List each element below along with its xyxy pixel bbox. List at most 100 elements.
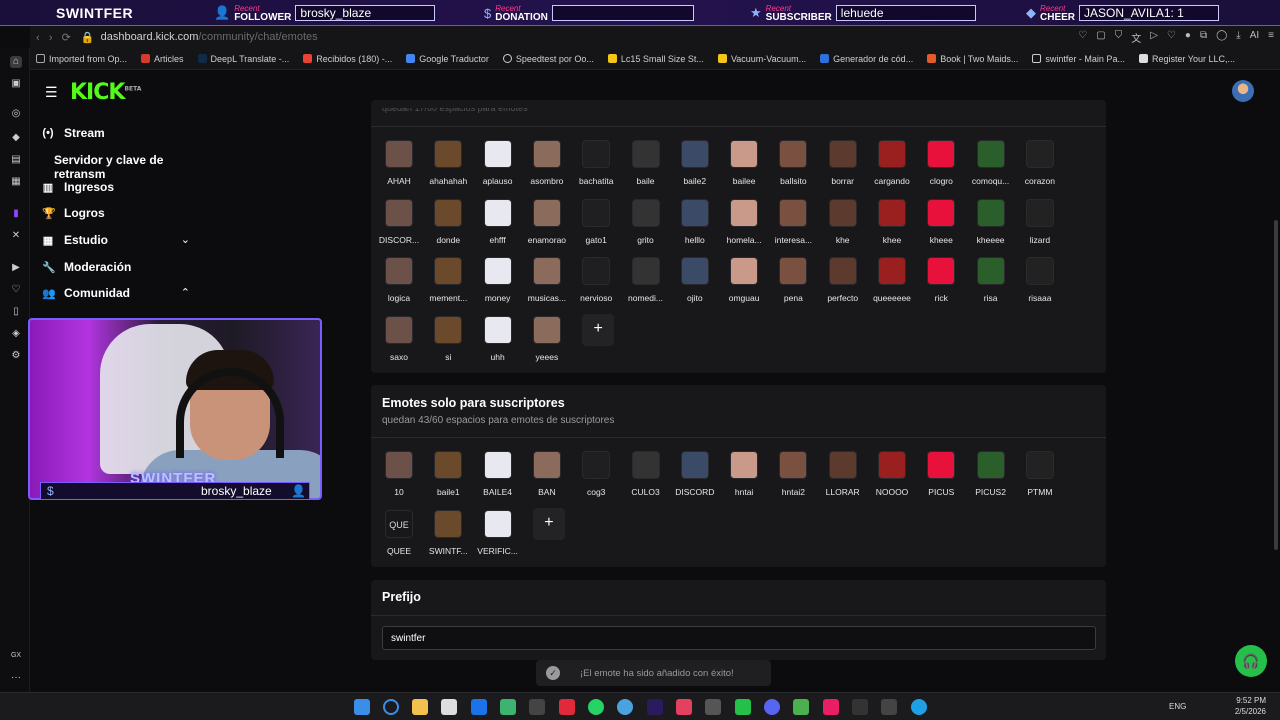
user-avatar[interactable] <box>1232 80 1254 102</box>
bookmark-item[interactable]: Lc15 Small Size St... <box>607 54 704 64</box>
outlook-icon[interactable] <box>471 699 487 715</box>
language-indicator[interactable]: ENG <box>1169 702 1186 711</box>
ai-icon[interactable]: AI <box>1250 30 1259 45</box>
bookmark-item[interactable]: Vacuum-Vacuum... <box>717 53 807 64</box>
clock[interactable]: 9:52 PM 2/5/2026 <box>1235 695 1266 717</box>
cube-icon[interactable]: ◈ <box>10 328 22 340</box>
home-icon[interactable]: ⌂ <box>10 56 22 68</box>
premiere-icon[interactable] <box>647 699 663 715</box>
extensions-icon[interactable]: ⧉ <box>1200 30 1207 45</box>
overlay-kind-label: SUBSCRIBER <box>765 12 832 23</box>
app-icon[interactable] <box>500 699 516 715</box>
support-chat-icon[interactable]: 🎧 <box>1235 645 1267 677</box>
app-icon[interactable] <box>559 699 575 715</box>
app-icon[interactable] <box>881 699 897 715</box>
emote-item[interactable]: VERIFIC... <box>468 510 528 556</box>
edge-icon[interactable] <box>911 699 927 715</box>
bookmark-item[interactable]: Speedtest por Oo... <box>502 54 594 64</box>
emote-image <box>631 140 660 168</box>
gx-icon[interactable]: GX <box>10 650 22 662</box>
bookmark-item[interactable]: Articles <box>141 54 184 64</box>
search-icon[interactable] <box>383 699 399 715</box>
emote-label: PTMM <box>1027 487 1053 497</box>
bookmark-item[interactable]: Generador de cód... <box>820 54 913 64</box>
nav-stream[interactable]: (•) Stream <box>42 126 104 140</box>
box-icon[interactable]: ▦ <box>10 176 22 188</box>
store-icon[interactable] <box>441 699 457 715</box>
app-icon[interactable] <box>617 699 633 715</box>
diamond-icon[interactable]: ◆ <box>10 132 22 144</box>
emote-image <box>828 451 857 479</box>
whatsapp-icon[interactable] <box>588 699 604 715</box>
emote-item[interactable]: corazon <box>1010 140 1070 186</box>
more-icon[interactable]: ··· <box>10 672 22 684</box>
add-emote-button[interactable]: + <box>582 314 615 347</box>
emote-image <box>680 451 709 479</box>
twitch-icon[interactable]: ▮ <box>10 208 22 220</box>
emote-image <box>434 316 463 345</box>
nav-ingresos[interactable]: ▥ Ingresos <box>42 180 114 194</box>
nav-comunidad[interactable]: 👥 Comunidad <box>42 286 130 300</box>
emote-item[interactable]: risaaa <box>1010 257 1070 303</box>
bookmark-icon[interactable]: ♡ <box>1078 30 1087 45</box>
windows-start-icon[interactable] <box>354 699 370 715</box>
nav-server-key[interactable]: Servidor y clave de retransm <box>54 153 210 181</box>
app-icon[interactable] <box>735 699 751 715</box>
translate-icon[interactable]: 文 <box>1131 30 1141 45</box>
emote-image <box>483 198 512 227</box>
app-icon[interactable] <box>852 699 868 715</box>
gamepad-icon[interactable]: ▣ <box>10 78 22 90</box>
gallery-icon[interactable]: ▤ <box>10 154 22 166</box>
x-icon[interactable]: ✕ <box>10 230 22 242</box>
bookmark-item[interactable]: swintfer - Main Pa... <box>1032 54 1125 64</box>
nav-estudio[interactable]: ▦ Estudio <box>42 233 108 247</box>
bookmark-item[interactable]: Imported from Op... <box>36 54 127 64</box>
emote-image <box>582 198 611 227</box>
app-icon[interactable] <box>529 699 545 715</box>
chevron-down-icon[interactable]: ⌄ <box>181 233 190 246</box>
heart-icon[interactable]: ♡ <box>10 284 22 296</box>
file-explorer-icon[interactable] <box>412 699 428 715</box>
app-icon[interactable] <box>705 699 721 715</box>
play-icon[interactable]: ▷ <box>1150 30 1158 45</box>
kick-logo[interactable]: KICKBETA <box>70 80 141 105</box>
address-bar[interactable]: dashboard.kick.com/community/chat/emotes <box>101 31 318 43</box>
clipboard-icon[interactable]: ▯ <box>10 306 22 318</box>
bookmark-item[interactable]: Google Traductor <box>406 54 489 64</box>
add-emote-button[interactable]: + <box>532 508 565 540</box>
screenshot-icon[interactable]: ▢ <box>1096 30 1105 45</box>
vpn-icon[interactable]: ● <box>1185 30 1191 45</box>
instagram-icon[interactable] <box>676 699 692 715</box>
scrollbar[interactable] <box>1274 220 1278 550</box>
bookmark-item[interactable]: DeepL Translate -... <box>197 54 289 64</box>
download-icon[interactable]: ⤓ <box>1236 30 1240 45</box>
person-icon: 👤 <box>214 5 231 20</box>
heart-icon[interactable]: ♡ <box>1167 30 1176 45</box>
nav-moderacion[interactable]: 🔧 Moderación <box>42 260 131 274</box>
app-icon[interactable] <box>823 699 839 715</box>
profile-icon[interactable]: ◯ <box>1216 30 1227 45</box>
divider <box>371 615 1106 616</box>
emote-item[interactable]: PTMM <box>1010 451 1070 497</box>
bookmark-label: Vacuum-Vacuum... <box>730 53 807 64</box>
bookmark-item[interactable]: Register Your LLC,... <box>1138 54 1235 64</box>
nav-logros[interactable]: 🏆 Logros <box>42 206 105 220</box>
prefix-input[interactable]: swintfer <box>382 626 1096 650</box>
discord-icon[interactable] <box>764 699 780 715</box>
menu-icon[interactable]: ≡ <box>1268 30 1274 45</box>
settings-icon[interactable]: ⚙ <box>10 350 22 362</box>
emote-item[interactable]: yeees <box>517 316 577 362</box>
hamburger-menu-icon[interactable]: ☰ <box>45 84 58 101</box>
chevron-up-icon[interactable]: ⌃ <box>181 286 190 299</box>
nav-arrows[interactable]: ‹ › ⟳ <box>36 31 71 44</box>
shield-icon[interactable]: ⛉ <box>1115 30 1123 45</box>
emote-image <box>927 140 956 168</box>
bookmark-item[interactable]: Recibidos (180) -... <box>303 54 392 64</box>
spiral-icon[interactable]: ◎ <box>10 108 22 120</box>
chart-icon: ▥ <box>42 181 54 194</box>
play-circle-icon[interactable]: ▶ <box>10 262 22 274</box>
minecraft-icon[interactable] <box>793 699 809 715</box>
bookmark-item[interactable]: Book | Two Maids... <box>927 54 1018 64</box>
emote-item[interactable]: lizard <box>1010 198 1070 245</box>
emote-image <box>532 451 561 479</box>
